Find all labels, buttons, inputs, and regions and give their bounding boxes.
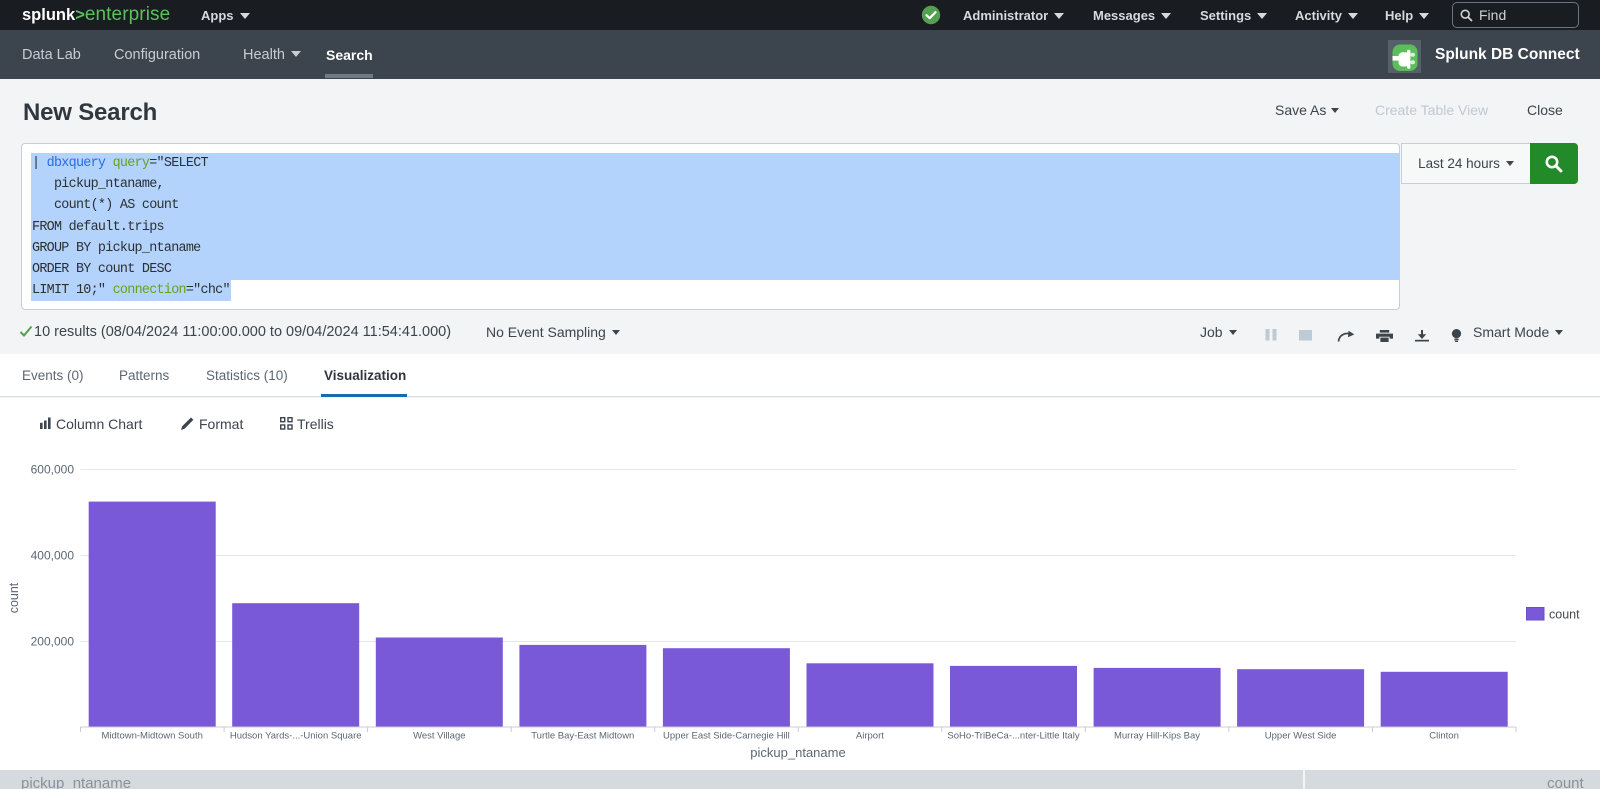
svg-text:Murray Hill-Kips Bay: Murray Hill-Kips Bay: [1114, 731, 1200, 742]
svg-text:pickup_ntaname: pickup_ntaname: [750, 745, 845, 760]
svg-text:400,000: 400,000: [31, 549, 75, 563]
svg-text:Airport: Airport: [856, 731, 884, 742]
svg-text:Hudson Yards-...-Union Square: Hudson Yards-...-Union Square: [230, 731, 362, 742]
svg-text:Midtown-Midtown South: Midtown-Midtown South: [102, 731, 203, 742]
svg-text:count: count: [1549, 608, 1580, 622]
svg-text:SoHo-TriBeCa-...nter-Little It: SoHo-TriBeCa-...nter-Little Italy: [947, 731, 1079, 742]
svg-text:200,000: 200,000: [31, 635, 75, 649]
svg-text:West Village: West Village: [413, 731, 465, 742]
svg-text:Clinton: Clinton: [1429, 731, 1459, 742]
svg-text:Upper East Side-Carnegie Hill: Upper East Side-Carnegie Hill: [663, 731, 790, 742]
svg-text:600,000: 600,000: [31, 463, 75, 477]
svg-text:Upper West Side: Upper West Side: [1265, 731, 1337, 742]
svg-text:count: count: [7, 582, 21, 613]
svg-text:Turtle Bay-East Midtown: Turtle Bay-East Midtown: [531, 731, 634, 742]
